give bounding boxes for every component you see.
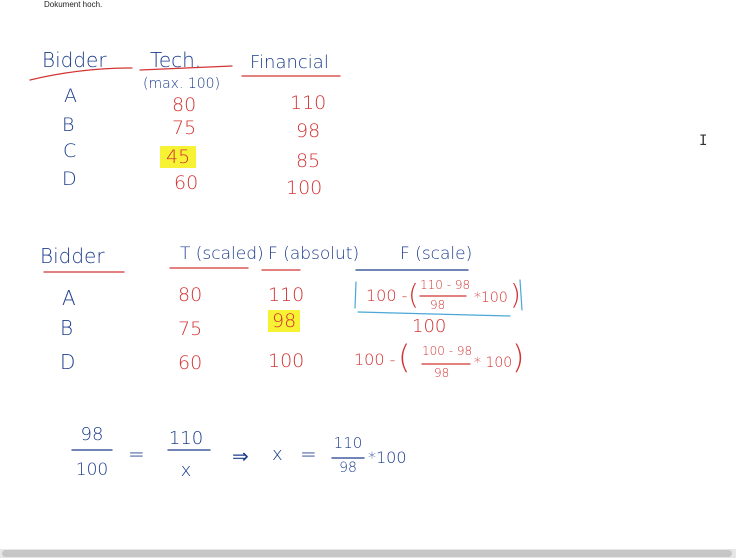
calc-box-bottom	[357, 311, 511, 317]
ink-strokes-layer	[29, 65, 523, 459]
underline-tech-table1	[139, 65, 233, 71]
calc-box-right	[519, 279, 523, 311]
text-cursor-icon: I	[699, 133, 708, 149]
calc-box-left	[354, 281, 357, 309]
scrollbar-thumb[interactable]	[2, 550, 732, 557]
underline-bidder-table1	[29, 67, 133, 81]
horizontal-scrollbar[interactable]	[0, 549, 736, 558]
